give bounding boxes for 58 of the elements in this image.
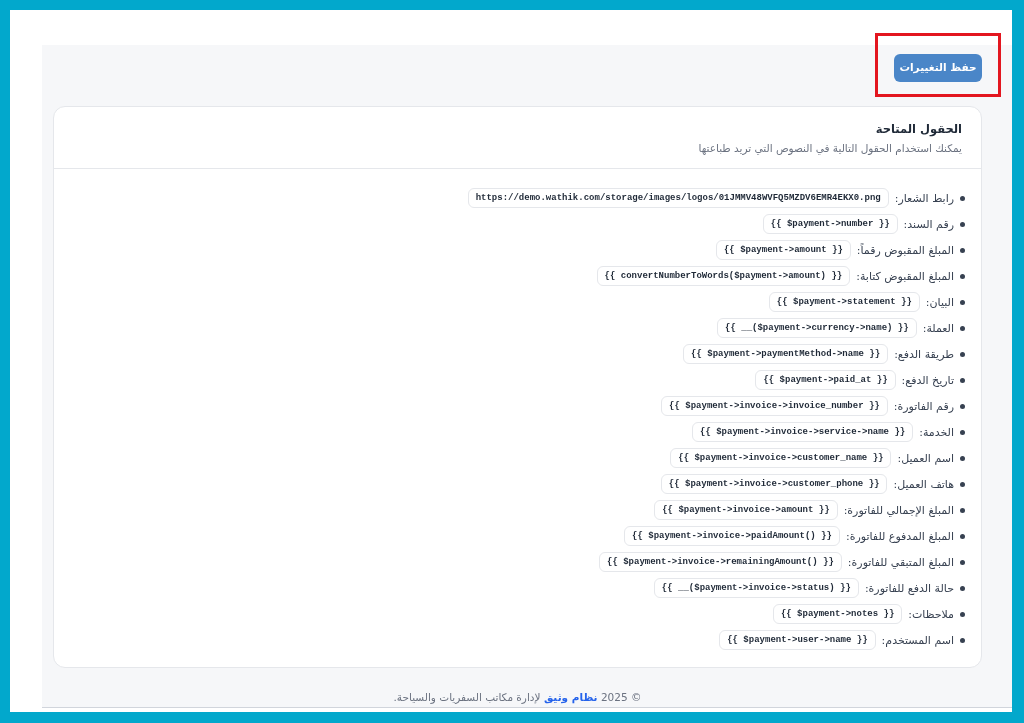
bullet-icon [960,559,965,565]
bullet-icon [960,221,965,227]
bullet-icon [960,481,965,487]
field-code: {{ $payment->paymentMethod->name }} [683,344,889,364]
field-label: حالة الدفع للفاتورة: [864,580,954,596]
bullet-icon [960,611,965,617]
field-label: المبلغ المدفوع للفاتورة: [845,528,954,544]
card-title: الحقول المتاحة [875,121,962,138]
field-label: ملاحظات: [908,606,954,622]
bullet-icon [960,273,965,279]
field-code: {{ __($payment->currency->name) }} [717,318,917,338]
field-label: المبلغ الإجمالي للفاتورة: [843,502,954,518]
bullet-icon [960,247,965,253]
field-label: طريقة الدفع: [894,346,954,362]
field-code: {{ __($payment->invoice->status) }} [653,578,859,598]
field-label: العملة: [922,320,954,336]
field-code: {{ $payment->invoice->amount }} [654,500,838,520]
field-label: المبلغ المقبوض كتابة: [856,268,954,284]
field-label: رقم السند: [903,216,954,232]
field-label: المبلغ المقبوض رقماً: [856,242,954,258]
field-code: https://demo.wathik.com/storage/images/logos/01JMMV48WVFQ5MZDV6EMR4EKX0.png [467,188,889,208]
field-code: {{ convertNumberToWords($payment->amount) }} [596,266,851,286]
field-label: اسم العميل: [897,450,954,466]
bullet-icon [960,455,965,461]
bullet-icon [960,195,965,201]
field-code: {{ $payment->number }} [762,214,898,234]
bullet-icon [960,403,965,409]
bullet-icon [960,507,965,513]
field-code: {{ $payment->invoice->remainingAmount() }} [599,552,842,572]
brand-link[interactable]: نظام وثيق [543,691,598,703]
bullet-icon [960,351,965,357]
field-code: {{ $payment->invoice->paidAmount() }} [624,526,840,546]
field-code: {{ $payment->paid_at }} [755,370,896,390]
field-label: رابط الشعار: [894,190,954,206]
bullet-icon [960,377,965,383]
field-label: الخدمة: [919,424,954,440]
field-code: {{ $payment->invoice->invoice_number }} [661,396,888,416]
bullet-icon [960,585,965,591]
field-code: {{ $payment->amount }} [715,240,851,260]
bullet-icon [960,325,965,331]
bullet-icon [960,637,965,643]
save-changes-button[interactable]: حفظ التغييرات [894,54,982,82]
field-label: رقم الفاتورة: [893,398,954,414]
field-label: اسم المستخدم: [881,632,954,648]
field-label: البيان: [925,294,954,310]
card-subtitle: يمكنك استخدام الحقول التالية في النصوص التي تريد طباعتها [698,141,962,156]
field-code: {{ $payment->notes }} [772,604,903,624]
field-code: {{ $payment->statement }} [768,292,920,312]
field-code: {{ $payment->invoice->customer_phone }} [660,474,888,494]
bullet-icon [960,429,965,435]
bullet-icon [960,299,965,305]
field-label: هاتف العميل: [893,476,954,492]
field-code: {{ $payment->invoice->customer_name }} [670,448,892,468]
field-label: المبلغ المتبقي للفاتورة: [847,554,954,570]
field-code: {{ $payment->invoice->service->name }} [692,422,914,442]
bullet-icon [960,533,965,539]
field-code: {{ $payment->user->name }} [719,630,876,650]
field-label: تاريخ الدفع: [901,372,954,388]
